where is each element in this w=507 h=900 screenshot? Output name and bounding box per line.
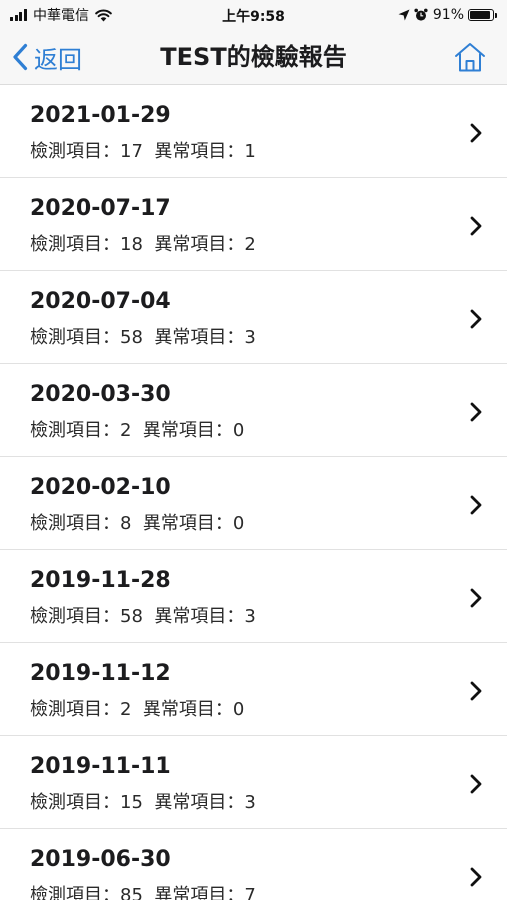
home-icon <box>455 43 485 72</box>
report-summary: 檢測項目：85 異常項目：7 <box>30 885 256 900</box>
report-summary: 檢測項目：8 異常項目：0 <box>30 513 245 534</box>
report-summary: 檢測項目：58 異常項目：3 <box>30 327 256 348</box>
chevron-right-icon <box>470 867 482 887</box>
battery-level-fill <box>470 11 490 19</box>
status-right: 91% <box>398 7 497 23</box>
report-summary: 檢測項目：15 異常項目：3 <box>30 792 256 813</box>
report-date: 2020-07-04 <box>30 289 171 314</box>
home-button[interactable] <box>453 41 487 73</box>
report-date: 2019-11-12 <box>30 661 171 686</box>
report-summary: 檢測項目：17 異常項目：1 <box>30 141 256 162</box>
report-row[interactable]: 2019-11-12 檢測項目：2 異常項目：0 <box>0 643 507 736</box>
location-arrow-icon <box>398 9 410 21</box>
report-summary: 檢測項目：18 異常項目：2 <box>30 234 256 255</box>
page-title: TEST的檢驗報告 <box>160 43 347 71</box>
report-date: 2020-03-30 <box>30 382 171 407</box>
chevron-right-icon <box>470 774 482 794</box>
battery-icon <box>468 9 494 21</box>
report-date: 2019-06-30 <box>30 847 171 872</box>
chevron-right-icon <box>470 588 482 608</box>
report-summary: 檢測項目：58 異常項目：3 <box>30 606 256 627</box>
report-date: 2020-02-10 <box>30 475 171 500</box>
report-row[interactable]: 2020-03-30 檢測項目：2 異常項目：0 <box>0 364 507 457</box>
report-date: 2019-11-28 <box>30 568 171 593</box>
report-list: 2021-01-29 檢測項目：17 異常項目：1 2020-07-17 檢測項… <box>0 85 507 900</box>
chevron-right-icon <box>470 309 482 329</box>
report-row[interactable]: 2019-11-28 檢測項目：58 異常項目：3 <box>0 550 507 643</box>
report-row[interactable]: 2021-01-29 檢測項目：17 異常項目：1 <box>0 85 507 178</box>
report-date: 2021-01-29 <box>30 103 171 128</box>
status-bar: 中華電信 上午9:58 91% <box>0 0 507 30</box>
chevron-right-icon <box>470 216 482 236</box>
chevron-right-icon <box>470 681 482 701</box>
chevron-right-icon <box>470 123 482 143</box>
battery-percent: 91% <box>432 7 464 23</box>
report-row[interactable]: 2020-02-10 檢測項目：8 異常項目：0 <box>0 457 507 550</box>
report-row[interactable]: 2020-07-04 檢測項目：58 異常項目：3 <box>0 271 507 364</box>
report-date: 2020-07-17 <box>30 196 171 221</box>
chevron-right-icon <box>470 402 482 422</box>
chevron-right-icon <box>470 495 482 515</box>
report-row[interactable]: 2019-11-11 檢測項目：15 異常項目：3 <box>0 736 507 829</box>
report-row[interactable]: 2019-06-30 檢測項目：85 異常項目：7 <box>0 829 507 900</box>
report-summary: 檢測項目：2 異常項目：0 <box>30 420 245 441</box>
report-summary: 檢測項目：2 異常項目：0 <box>30 699 245 720</box>
report-date: 2019-11-11 <box>30 754 171 779</box>
battery-cap <box>495 12 497 18</box>
navigation-bar: 返回 TEST的檢驗報告 <box>0 30 507 85</box>
alarm-clock-icon <box>414 8 428 21</box>
report-row[interactable]: 2020-07-17 檢測項目：18 異常項目：2 <box>0 178 507 271</box>
